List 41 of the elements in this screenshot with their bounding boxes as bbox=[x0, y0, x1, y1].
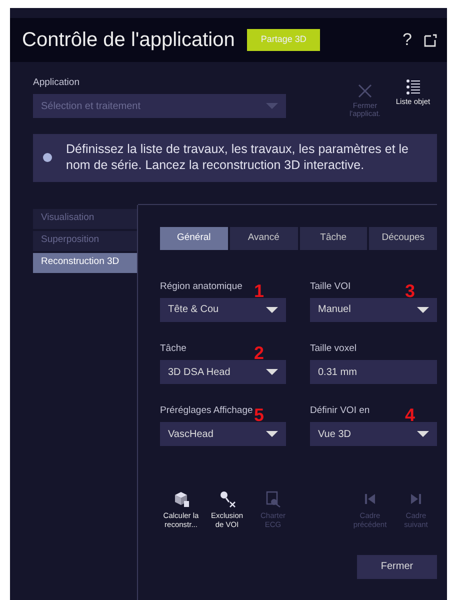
close-button[interactable]: Fermer bbox=[357, 554, 437, 579]
field-label: Application bbox=[33, 76, 80, 90]
window-title: Contrôle de l'application bbox=[22, 28, 235, 53]
info-icon bbox=[43, 153, 52, 162]
tab[interactable]: Tâche bbox=[300, 226, 368, 250]
field-label: Taille VOI bbox=[310, 280, 351, 294]
caret-icon bbox=[266, 103, 278, 110]
mode-badge: Partage 3D bbox=[246, 29, 320, 51]
popout-icon[interactable] bbox=[424, 34, 437, 46]
tab[interactable]: Avancé bbox=[230, 226, 298, 250]
tab[interactable]: Découpes bbox=[369, 226, 437, 250]
text-field[interactable]: 0.31 mm bbox=[310, 360, 437, 384]
caret-icon bbox=[417, 431, 429, 438]
dropdown[interactable]: Tête & Cou bbox=[160, 298, 286, 322]
document-icon bbox=[264, 490, 282, 508]
annotation-number: 5 bbox=[254, 406, 264, 424]
caret-icon bbox=[417, 306, 429, 313]
field-label: Préréglages Affichage bbox=[160, 404, 253, 418]
annotation-number: 1 bbox=[254, 282, 264, 300]
annotation-number: 2 bbox=[254, 344, 264, 362]
dropdown[interactable]: VascHead bbox=[160, 422, 286, 446]
help-button[interactable]: ? bbox=[402, 27, 412, 53]
annotation-number: 3 bbox=[404, 282, 415, 300]
caret-icon bbox=[266, 306, 278, 313]
caret-icon bbox=[266, 431, 278, 438]
caret-icon bbox=[266, 369, 278, 375]
field-label: Tâche bbox=[160, 342, 186, 356]
close-icon bbox=[356, 82, 374, 100]
dropdown[interactable]: Manuel bbox=[310, 298, 437, 322]
field-label: Région anatomique bbox=[160, 280, 242, 294]
annotation-number: 4 bbox=[404, 406, 415, 424]
tab[interactable]: Général bbox=[160, 226, 228, 250]
info-text: Définissez la liste de travaux, les travaux, les paramètres et le nom de série. Lancez la reconstruction 3D interactive. bbox=[66, 142, 410, 174]
field-label: Définir VOI en bbox=[310, 404, 370, 418]
field-label: Taille voxel bbox=[310, 342, 356, 356]
list-icon bbox=[404, 78, 422, 96]
cube-icon bbox=[172, 490, 190, 508]
dropdown[interactable]: Vue 3D bbox=[310, 422, 437, 446]
pin-cross-icon bbox=[218, 490, 236, 508]
sidebar-item[interactable]: Reconstruction 3D bbox=[33, 252, 137, 272]
dropdown[interactable]: 3D DSA Head bbox=[160, 360, 286, 384]
